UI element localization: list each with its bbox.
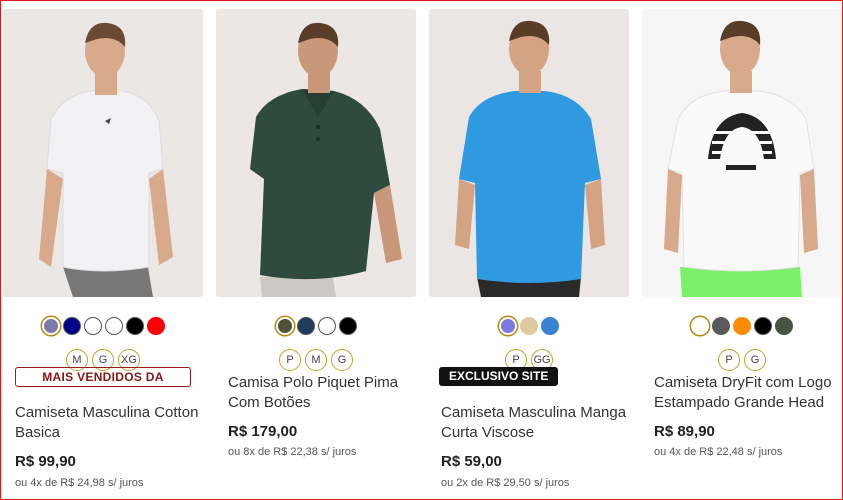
color-swatch[interactable] (125, 317, 144, 335)
product-image[interactable] (642, 9, 842, 297)
size-option[interactable]: M (305, 349, 327, 371)
product-card[interactable]: M G XG MAIS VENDIDOS DA Camiseta Masculi… (3, 1, 203, 499)
color-swatch[interactable] (712, 317, 730, 335)
product-title[interactable]: Camiseta Masculina Cotton Basica (15, 403, 201, 443)
color-swatch[interactable] (41, 317, 60, 335)
exclusive-badge: EXCLUSIVO SITE (439, 367, 559, 386)
size-option[interactable]: P (718, 349, 740, 371)
product-title[interactable]: Camiseta Masculina Manga Curta Viscose (441, 403, 627, 443)
product-image[interactable] (3, 9, 203, 297)
product-price: R$ 179,00 (228, 423, 298, 440)
bestseller-badge: MAIS VENDIDOS DA (15, 367, 191, 387)
color-swatches (216, 317, 416, 335)
product-image[interactable] (429, 9, 629, 297)
color-swatch[interactable] (691, 317, 709, 335)
color-swatch[interactable] (541, 317, 559, 335)
color-swatch[interactable] (733, 317, 751, 335)
product-photo (3, 9, 203, 297)
product-title[interactable]: Camiseta DryFit com Logo Estampado Grand… (654, 373, 840, 413)
product-price: R$ 89,90 (654, 423, 715, 440)
product-card[interactable]: P GG EXCLUSIVO SITE Camiseta Masculina M… (429, 1, 629, 499)
color-swatches (429, 317, 629, 335)
product-photo (429, 9, 629, 297)
product-card[interactable]: P G Camiseta DryFit com Logo Estampado G… (642, 1, 842, 499)
color-swatch[interactable] (83, 317, 102, 335)
product-price: R$ 59,00 (441, 453, 502, 470)
product-image[interactable] (216, 9, 416, 297)
color-swatch[interactable] (520, 317, 538, 335)
size-options: P G (642, 349, 842, 371)
product-installments: ou 2x de R$ 29,50 s/ juros (441, 477, 570, 489)
product-card[interactable]: P M G Camisa Polo Piquet Pima Com Botões… (216, 1, 416, 499)
color-swatch[interactable] (754, 317, 772, 335)
color-swatch[interactable] (275, 317, 294, 335)
color-swatches (3, 317, 203, 335)
product-installments: ou 8x de R$ 22,38 s/ juros (228, 446, 357, 458)
product-price: R$ 99,90 (15, 453, 76, 470)
color-swatch[interactable] (296, 317, 315, 335)
color-swatch[interactable] (499, 317, 517, 335)
color-swatch[interactable] (62, 317, 81, 335)
color-swatches (642, 317, 842, 335)
color-swatch[interactable] (104, 317, 123, 335)
size-option[interactable]: P (279, 349, 301, 371)
color-swatch[interactable] (317, 317, 336, 335)
product-photo (216, 9, 416, 297)
color-swatch[interactable] (146, 317, 165, 335)
color-swatch[interactable] (775, 317, 793, 335)
product-grid: M G XG MAIS VENDIDOS DA Camiseta Masculi… (0, 0, 843, 500)
product-installments: ou 4x de R$ 24,98 s/ juros (15, 477, 144, 489)
product-photo (642, 9, 842, 297)
color-swatch[interactable] (338, 317, 357, 335)
product-installments: ou 4x de R$ 22,48 s/ juros (654, 446, 783, 458)
size-options: P M G (216, 349, 416, 371)
size-option[interactable]: G (331, 349, 353, 371)
product-title[interactable]: Camisa Polo Piquet Pima Com Botões (228, 373, 414, 413)
size-option[interactable]: G (744, 349, 766, 371)
